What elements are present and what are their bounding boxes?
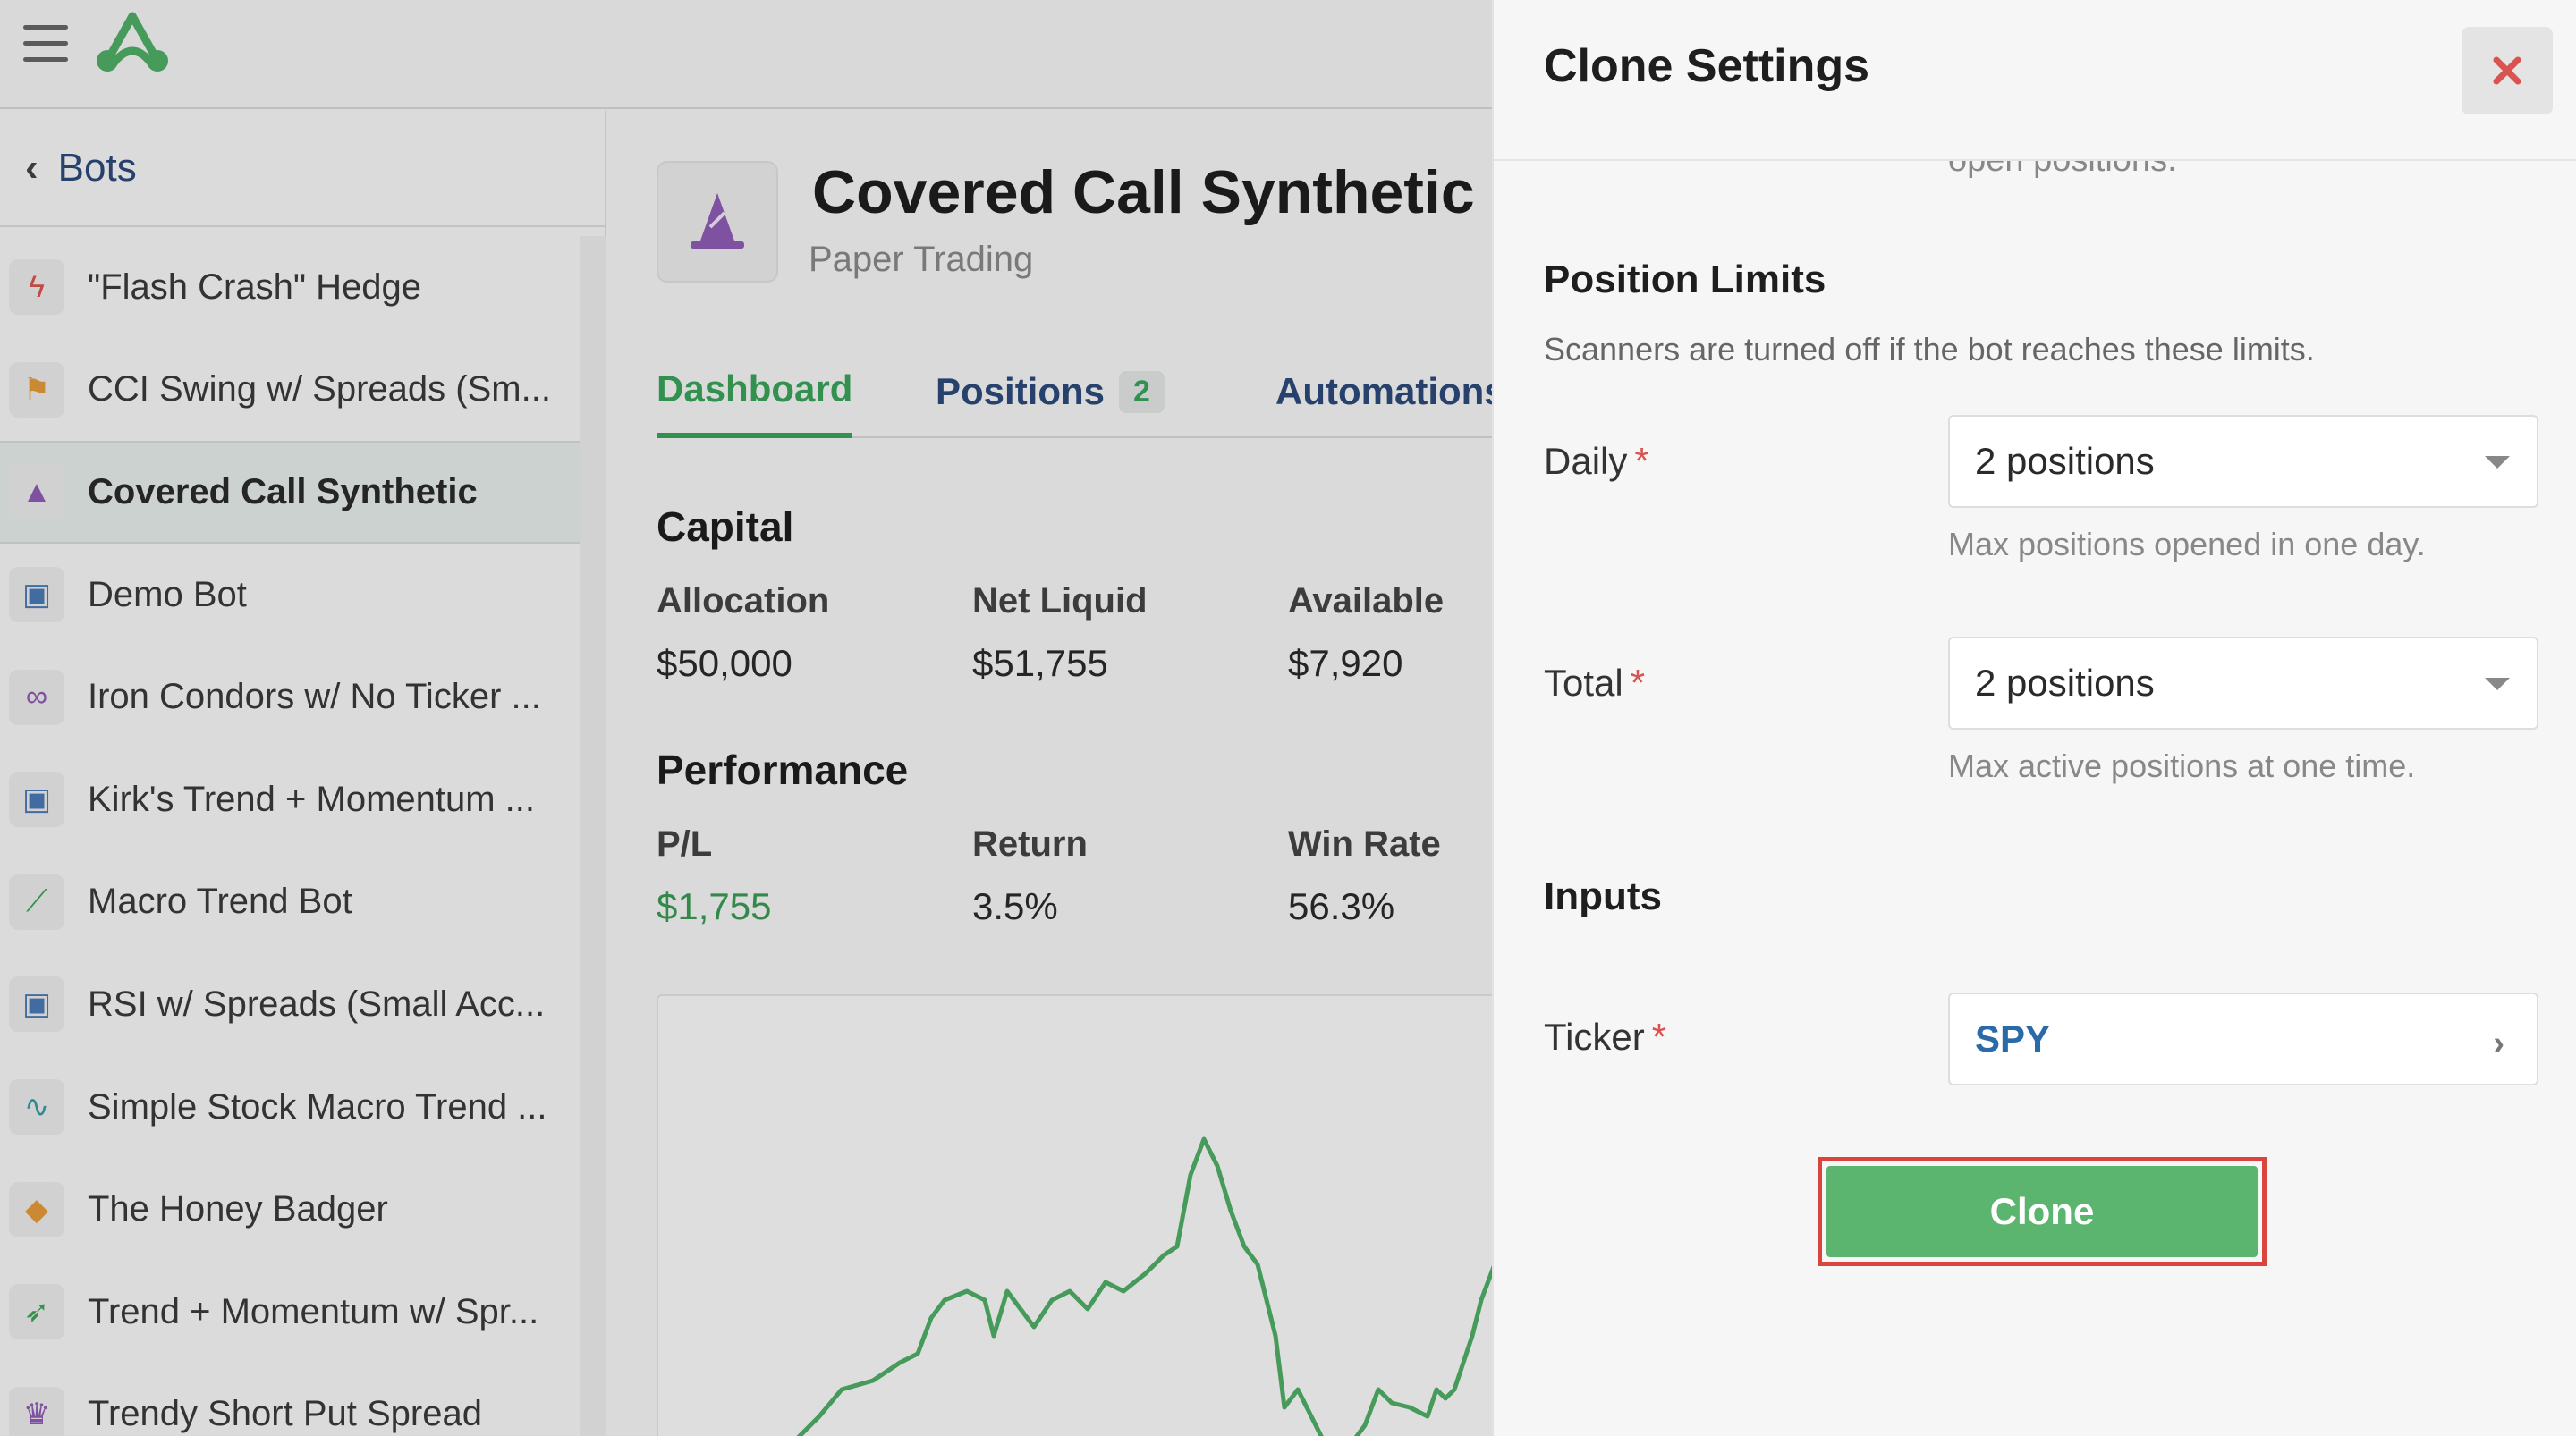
- chevron-right-icon: ›: [2493, 1025, 2504, 1062]
- total-limit-select[interactable]: 2 positions: [1948, 637, 2538, 730]
- ticker-field[interactable]: SPY ›: [1948, 993, 2538, 1085]
- total-limit-hint: Max active positions at one time.: [1948, 748, 2416, 784]
- clone-button[interactable]: Clone: [1826, 1166, 2258, 1257]
- panel-header: Clone Settings: [1494, 0, 2576, 161]
- required-marker: *: [1651, 1016, 1667, 1058]
- caret-down-icon: [2485, 678, 2510, 690]
- ticker-label: Ticker *: [1544, 1016, 1666, 1059]
- daily-limit-hint: Max positions opened in one day.: [1948, 526, 2426, 562]
- ticker-value: SPY: [1975, 1018, 2051, 1060]
- daily-label-text: Daily: [1544, 440, 1628, 482]
- clone-button-highlight: Clone: [1818, 1157, 2267, 1266]
- daily-limit-select[interactable]: 2 positions: [1948, 415, 2538, 508]
- close-icon: [2493, 56, 2521, 85]
- clone-settings-panel: Clone Settings open positions. Position …: [1492, 0, 2576, 1436]
- total-label: Total *: [1544, 662, 1645, 705]
- modal-backdrop[interactable]: [0, 0, 1492, 1436]
- total-label-text: Total: [1544, 662, 1623, 704]
- panel-title: Clone Settings: [1544, 40, 1870, 92]
- required-marker: *: [1630, 662, 1646, 704]
- required-marker: *: [1634, 440, 1649, 482]
- position-limits-description: Scanners are turned off if the bot reach…: [1544, 331, 2315, 367]
- caret-down-icon: [2485, 456, 2510, 469]
- inputs-heading: Inputs: [1544, 874, 1662, 918]
- position-limits-heading: Position Limits: [1544, 258, 1826, 301]
- daily-limit-value: 2 positions: [1975, 440, 2155, 482]
- ticker-label-text: Ticker: [1544, 1016, 1645, 1058]
- total-limit-value: 2 positions: [1975, 662, 2155, 704]
- close-button[interactable]: [2462, 27, 2553, 114]
- daily-label: Daily *: [1544, 440, 1649, 483]
